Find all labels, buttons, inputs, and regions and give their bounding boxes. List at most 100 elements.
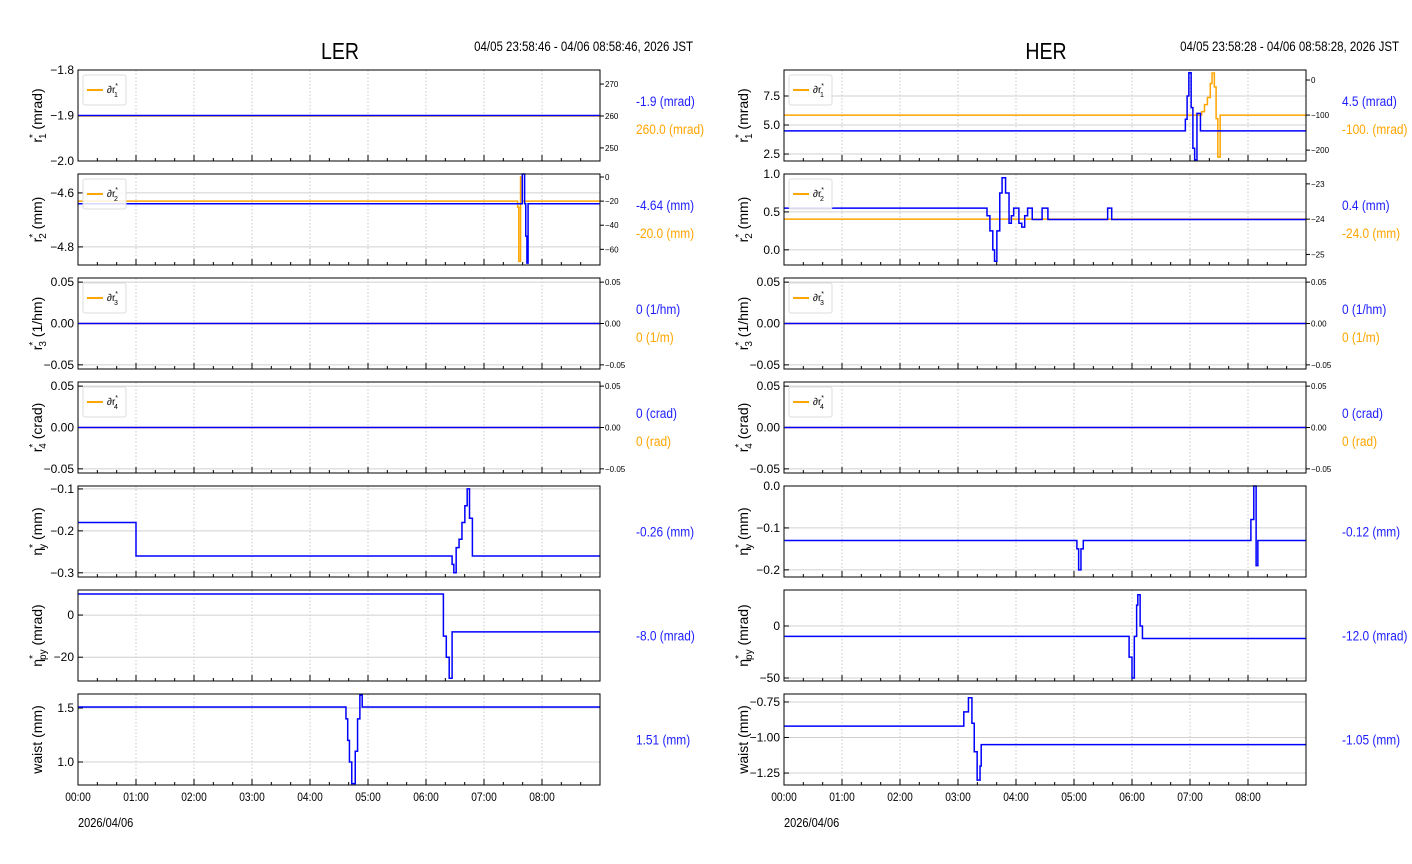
chart-title: HER <box>1025 39 1066 65</box>
readout-value: -0.12 (mm) <box>1342 524 1400 540</box>
panel-5: −0.3 −0.2 −0.1η*y (mm) -0.26 (mm) <box>28 482 694 580</box>
readout-value: 0 (crad) <box>636 405 677 421</box>
her-chart: HER 04/05 23:58:28 - 04/06 08:58:28, 2026… <box>734 38 1407 830</box>
legend: ∂r* 4 <box>788 386 833 418</box>
right-y-tick-label: −0.05 <box>605 361 626 370</box>
right-y-tick-label: −200 <box>1311 146 1330 155</box>
y-label-unit: (mm) <box>735 507 751 544</box>
y-label-symbol: waist <box>29 742 45 775</box>
y-tick-label: −0.1 <box>756 521 780 535</box>
right-y-tick-label: 0.05 <box>605 382 621 391</box>
x-tick-label: 05:00 <box>1061 791 1087 804</box>
readout-value: -8.0 (mrad) <box>636 628 695 644</box>
x-tick-label: 08:00 <box>1235 791 1261 804</box>
legend-sup: * <box>821 83 824 90</box>
right-y-tick-label: 0.05 <box>1311 278 1327 287</box>
right-y-tick-label: 260 <box>605 112 619 121</box>
readout-value: -4.64 (mm) <box>636 197 694 213</box>
y-tick-label: 0.0 <box>763 479 780 493</box>
y-tick-label: −20 <box>54 650 75 664</box>
y-label-unit: (mm) <box>29 197 45 234</box>
series-line-value <box>784 696 1306 781</box>
time-range: 04/05 23:58:46 - 04/06 08:58:46, 2026 JS… <box>474 38 693 54</box>
y-label-sub: py <box>744 649 755 660</box>
y-tick-label: −0.1 <box>50 482 74 496</box>
legend-sub: 3 <box>114 300 118 307</box>
y-axis-label: η*py (mrad) <box>734 604 755 666</box>
readout-value: -0.26 (mm) <box>636 524 694 540</box>
y-tick-label: −0.3 <box>50 566 74 580</box>
right-y-tick-label: −40 <box>605 221 619 230</box>
panel-2: 0.00.51.0r*2 (mm)−25−24−23∂r* 2 0.4 (mm)-2… <box>734 167 1400 266</box>
y-tick-label: 0.05 <box>51 275 75 289</box>
y-label-unit: (crad) <box>29 403 45 443</box>
y-tick-label: 0.05 <box>757 275 781 289</box>
y-tick-label: −4.6 <box>50 186 74 200</box>
y-tick-label: 0.05 <box>757 379 781 393</box>
y-label-unit: (1/hm) <box>735 297 751 341</box>
panel-6: −20 0 η*py (mrad) -8.0 (mrad) <box>28 589 695 682</box>
y-tick-label: −50 <box>760 671 781 685</box>
series-line-value <box>78 593 600 680</box>
legend-sup: * <box>115 83 118 90</box>
y-axis-label: η*y (mm) <box>28 507 49 555</box>
x-tick-label: 01:00 <box>123 791 149 804</box>
y-tick-label: 0.00 <box>51 317 75 331</box>
readout-value: -100. (mrad) <box>1342 121 1407 137</box>
y-tick-label: 5.0 <box>763 118 780 132</box>
y-tick-label: 0.00 <box>757 317 781 331</box>
legend: ∂r* 3 <box>788 282 833 314</box>
y-tick-label: 0.05 <box>51 379 75 393</box>
readout-value: -20.0 (mm) <box>636 225 694 241</box>
legend: ∂r* 2 <box>82 178 127 210</box>
panel-1: −2.0−1.9−1.8r*1 (mrad)250260270∂r* 1 -1.9 … <box>28 63 704 168</box>
readout-value: 0 (1/m) <box>636 329 674 345</box>
legend-sup: * <box>115 187 118 194</box>
y-axis-label: η*py (mrad) <box>28 604 49 666</box>
right-y-tick-label: −0.05 <box>1311 465 1332 474</box>
y-axis-label: r*4 (crad) <box>28 403 49 453</box>
y-label-unit: (mrad) <box>735 604 751 649</box>
y-label-unit: (crad) <box>735 403 751 443</box>
x-tick-label: 04:00 <box>1003 791 1029 804</box>
y-tick-label: 0.5 <box>763 205 780 219</box>
x-tick-label: 01:00 <box>829 791 855 804</box>
panel-5: −0.2 −0.1 0.0 η*y (mm) -0.12 (mm) <box>734 479 1400 578</box>
x-tick-label: 07:00 <box>1177 791 1203 804</box>
y-axis-label: waist (mm) <box>29 705 45 774</box>
y-axis-label: r*4 (crad) <box>734 403 755 453</box>
right-y-tick-label: 270 <box>605 80 619 89</box>
x-tick-label: 02:00 <box>887 791 913 804</box>
figure: LER 04/05 23:58:46 - 04/06 08:58:46, 2026… <box>28 38 1407 830</box>
right-y-tick-label: 0.00 <box>1311 424 1327 433</box>
y-tick-label: 0.00 <box>757 421 781 435</box>
readout-value: -24.0 (mm) <box>1342 225 1400 241</box>
y-tick-label: 1.0 <box>57 755 74 769</box>
y-tick-label: 7.5 <box>763 89 780 103</box>
legend-sub: 1 <box>114 92 118 99</box>
series-line-derivative <box>784 72 1306 158</box>
y-tick-label: 0 <box>773 619 780 633</box>
y-tick-label: −1.9 <box>50 109 74 123</box>
readout-value: 0 (crad) <box>1342 405 1383 421</box>
legend-sup: * <box>821 395 824 402</box>
right-y-tick-label: −100 <box>1311 111 1330 120</box>
legend-sub: 2 <box>820 196 824 203</box>
legend-sub: 2 <box>114 196 118 203</box>
legend-sub: 1 <box>820 92 824 99</box>
x-tick-label: 08:00 <box>529 791 555 804</box>
y-label-symbol: waist <box>735 742 751 775</box>
right-y-tick-label: −25 <box>1311 250 1325 259</box>
legend-sup: * <box>821 291 824 298</box>
x-tick-label: 03:00 <box>239 791 265 804</box>
panel-7: 1.0 1.5 waist (mm) 1.51 (mm) <box>29 693 690 786</box>
series-line-value <box>78 173 600 264</box>
y-tick-label: −0.05 <box>44 462 75 476</box>
y-tick-label: −4.8 <box>50 240 74 254</box>
y-axis-label: waist (mm) <box>735 705 751 774</box>
legend-sub: 3 <box>820 300 824 307</box>
legend: ∂r* 2 <box>788 178 833 210</box>
chart-title: LER <box>321 39 359 65</box>
date-label: 2026/04/06 <box>78 815 133 830</box>
y-label-unit: (mm) <box>735 705 751 742</box>
